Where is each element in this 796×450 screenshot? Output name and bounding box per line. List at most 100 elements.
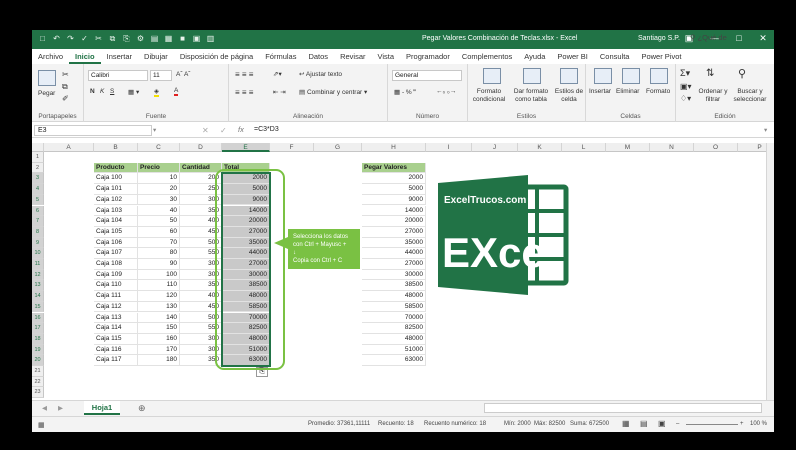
clear-icon[interactable]: ♢▾ [680,94,691,103]
user-name[interactable]: Santiago S.P. [638,35,680,42]
table-cell[interactable]: 70 [138,237,180,249]
zoom-slider[interactable] [686,424,738,425]
wrap-text-button[interactable]: ↩ Ajustar texto [299,70,342,78]
table-cell[interactable]: 110 [138,280,180,292]
empty-cell[interactable] [694,248,738,259]
empty-cell[interactable] [314,184,362,195]
empty-cell[interactable] [738,259,766,270]
row-header[interactable]: 2 [32,162,44,174]
vertical-scrollbar[interactable] [766,143,774,400]
empty-cell[interactable] [472,323,518,334]
conditional-format-button[interactable]: Formato condicional [470,88,508,104]
empty-cell[interactable] [738,355,766,366]
empty-cell[interactable] [426,323,472,334]
merge-center-button[interactable]: ▤ Combinar y centrar ▾ [299,88,367,96]
table-cell[interactable]: Caja 107 [94,248,138,259]
tell-me-search[interactable]: ⚲ ¿Qué de [690,33,727,42]
empty-cell[interactable] [738,238,766,249]
empty-cell[interactable] [606,333,650,345]
column-header[interactable]: N [650,143,694,152]
empty-cell[interactable] [694,376,738,388]
horizontal-scrollbar[interactable] [484,403,762,413]
quick-access-icon[interactable]: ⎘ [122,34,131,44]
table-cell[interactable]: 50 [138,216,180,227]
empty-cell[interactable] [562,152,606,163]
row-header[interactable]: 1 [32,152,44,163]
empty-cell[interactable] [518,162,562,174]
empty-cell[interactable] [270,152,314,163]
empty-cell[interactable] [694,152,738,163]
sort-filter-button[interactable]: Ordenar y filtrar [698,88,728,104]
column-header[interactable]: F [270,143,314,152]
expand-formula-icon[interactable]: ▾ [764,126,767,134]
normal-view-icon[interactable]: ▦ [622,419,630,428]
empty-cell[interactable] [694,269,738,281]
insert-function-button[interactable]: fx [238,125,244,134]
empty-cell[interactable] [650,194,694,206]
ribbon-tab[interactable]: Insertar [101,49,138,64]
empty-cell[interactable] [606,162,650,174]
empty-cell[interactable] [472,312,518,324]
quick-access-icon[interactable]: ✓ [80,34,89,44]
paste-values-cell[interactable]: 27000 [362,259,426,270]
empty-cell[interactable] [314,152,362,163]
column-header[interactable]: G [314,143,362,152]
paste-values-cell[interactable]: 30000 [362,269,426,281]
format-button[interactable]: Formato [646,88,670,95]
empty-cell[interactable] [650,280,694,292]
empty-cell[interactable] [650,184,694,195]
empty-cell[interactable] [472,387,518,399]
table-cell[interactable]: 130 [138,301,180,313]
empty-cell[interactable] [694,194,738,206]
empty-cell[interactable] [738,216,766,227]
zoom-in-button[interactable]: + [740,421,744,427]
next-sheet-icon[interactable]: ▶ [58,404,63,412]
table-cell[interactable]: 80 [138,248,180,259]
font-name-select[interactable]: Calibri [88,70,148,81]
empty-cell[interactable] [738,302,766,313]
empty-cell[interactable] [738,173,766,185]
paste-values-cell[interactable]: 20000 [362,216,426,227]
empty-cell[interactable] [694,205,738,217]
empty-cell[interactable] [562,312,606,324]
empty-cell[interactable] [650,152,694,163]
empty-cell[interactable] [270,376,314,388]
row-header[interactable]: 3 [32,173,44,185]
table-cell[interactable]: Caja 104 [94,216,138,227]
row-header[interactable]: 18 [32,333,44,345]
quick-access-icon[interactable]: □ [38,34,47,44]
empty-cell[interactable] [738,227,766,238]
table-cell[interactable]: Caja 101 [94,184,138,195]
table-cell[interactable]: 160 [138,333,180,345]
quick-access-icon[interactable]: ↷ [66,34,75,44]
paste-values-cell[interactable]: 63000 [362,355,426,366]
page-layout-icon[interactable]: ▤ [640,419,648,428]
enter-icon[interactable]: ✓ [220,126,227,135]
quick-access-icon[interactable]: ■ [178,34,187,44]
empty-cell[interactable] [44,280,94,292]
row-header[interactable]: 19 [32,344,44,356]
empty-cell[interactable] [738,248,766,259]
empty-cell[interactable] [44,355,94,366]
empty-cell[interactable] [426,333,472,345]
empty-cell[interactable] [694,301,738,313]
empty-cell[interactable] [738,184,766,195]
ribbon-tab[interactable]: Programador [400,49,456,64]
empty-cell[interactable] [314,291,362,302]
column-header[interactable]: C [138,143,180,152]
empty-cell[interactable] [44,387,94,399]
empty-cell[interactable] [738,366,766,377]
empty-cell[interactable] [738,323,766,334]
table-header-cell[interactable]: Precio [138,162,180,174]
ribbon-tab[interactable]: Vista [372,49,401,64]
empty-cell[interactable] [650,269,694,281]
ribbon-tab[interactable]: Dibujar [138,49,174,64]
empty-cell[interactable] [606,344,650,356]
empty-cell[interactable] [44,237,94,249]
worksheet-grid[interactable]: A B C D E F G H I J K L M N O P 1 2 3 4 5 6 7 8 9 10 11 12 13 14 15 16 1… [32,143,766,400]
empty-cell[interactable] [694,355,738,366]
quick-access-icon[interactable]: ⧉ [108,34,117,44]
table-cell[interactable]: 150 [138,323,180,334]
ribbon-tab[interactable]: Fórmulas [259,49,302,64]
copy-icon[interactable]: ⧉ [62,82,68,92]
